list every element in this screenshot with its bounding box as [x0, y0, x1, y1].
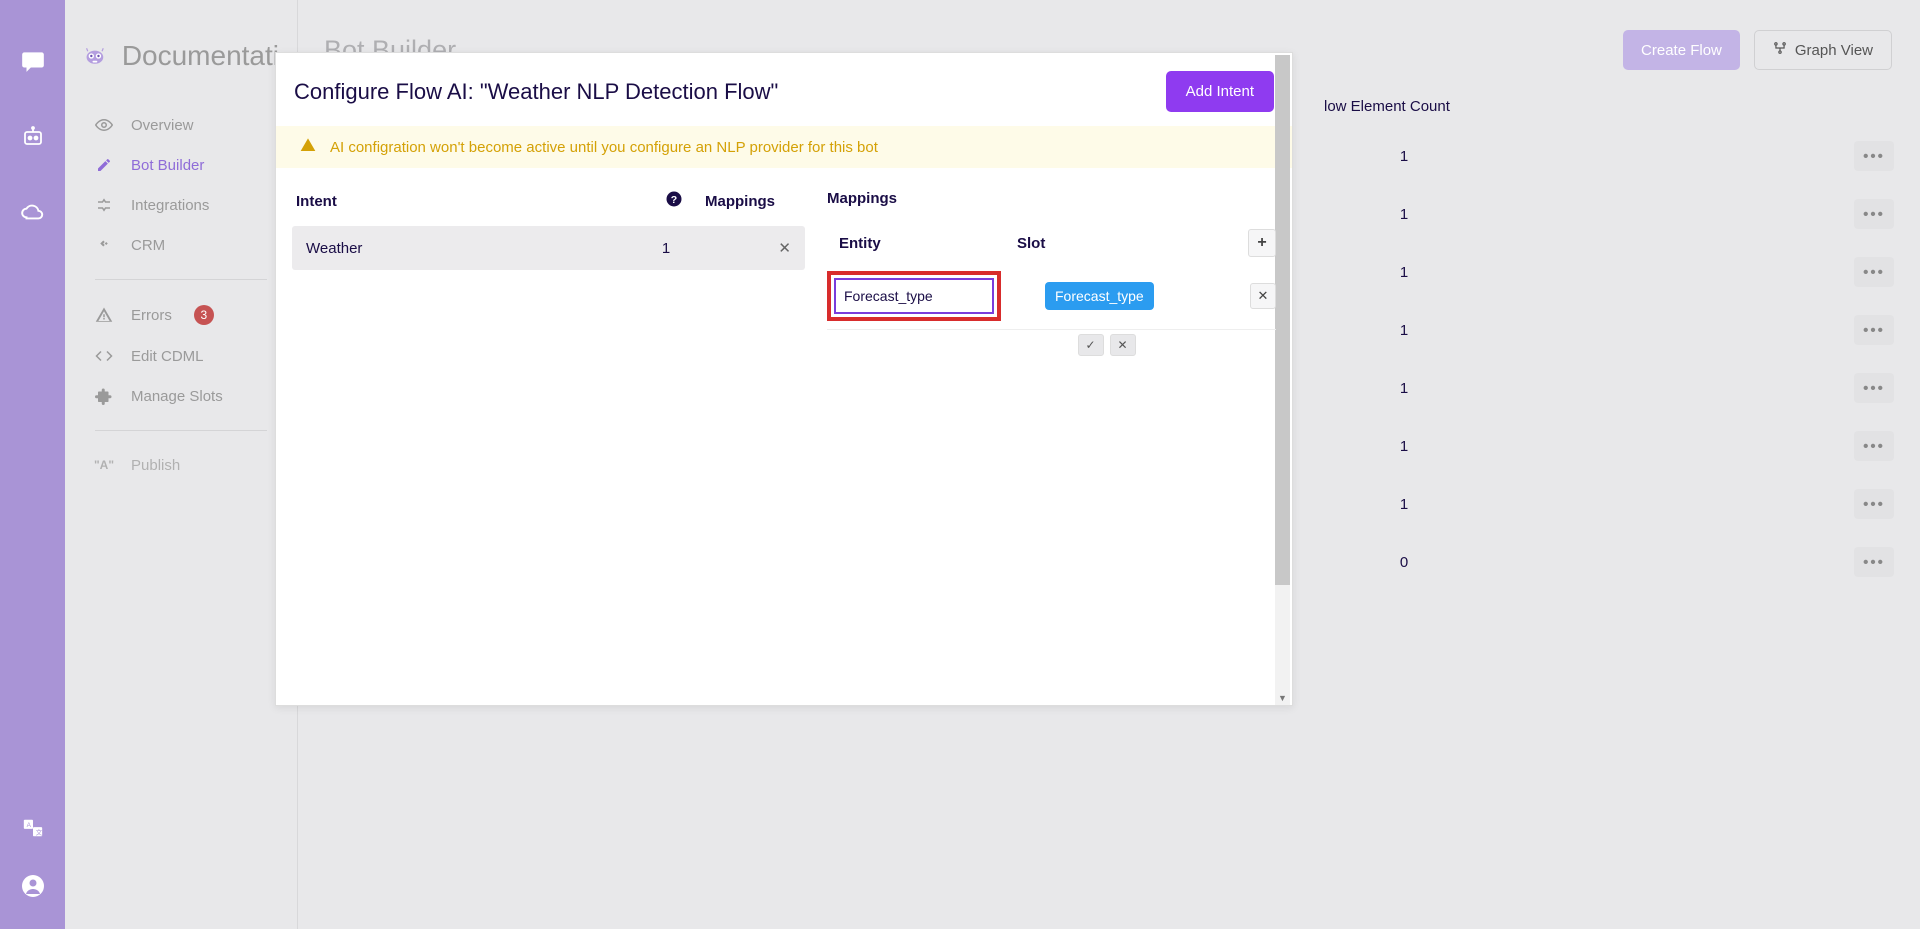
mapping-row: Forecast_type ✕ [827, 263, 1276, 330]
delete-intent-icon[interactable]: ✕ [771, 239, 791, 257]
mappings-header-label: Mappings [705, 193, 805, 210]
intent-mapping-count: 1 [621, 240, 711, 257]
mappings-title: Mappings [827, 190, 897, 207]
delete-mapping-button[interactable]: ✕ [1250, 283, 1276, 309]
mappings-panel: Mappings Entity Slot + Forecast_type [821, 168, 1292, 726]
configure-flow-modal: ▼ Configure Flow AI: "Weather NLP Detect… [275, 52, 1293, 706]
modal-title: Configure Flow AI: "Weather NLP Detectio… [294, 79, 778, 105]
config-alert: AI configration won't become active unti… [276, 126, 1292, 168]
confirm-button[interactable]: ✓ [1078, 334, 1104, 356]
cancel-button[interactable]: ✕ [1110, 334, 1136, 356]
warning-icon [300, 137, 316, 157]
confirm-row: ✓ ✕ [937, 330, 1276, 356]
modal-backdrop: ▼ Configure Flow AI: "Weather NLP Detect… [0, 0, 1920, 929]
add-mapping-button[interactable]: + [1248, 229, 1276, 257]
alert-text: AI configration won't become active unti… [330, 139, 878, 156]
entity-input[interactable] [834, 278, 994, 314]
entity-col-header: Entity [833, 235, 1017, 252]
slot-col-header: Slot [1017, 235, 1248, 252]
svg-text:?: ? [671, 194, 677, 206]
slot-chip[interactable]: Forecast_type [1045, 282, 1154, 310]
mappings-section-header: Mappings [827, 182, 1276, 221]
intent-name: Weather [306, 240, 621, 257]
modal-header: Configure Flow AI: "Weather NLP Detectio… [276, 53, 1292, 126]
intents-panel: Intent ? Mappings Weather 1 ✕ [276, 168, 821, 726]
intent-header-label: Intent [296, 193, 665, 210]
mapping-columns: Entity Slot + [827, 221, 1276, 263]
entity-input-highlight [827, 271, 1001, 321]
add-intent-button[interactable]: Add Intent [1166, 71, 1274, 112]
modal-body: Intent ? Mappings Weather 1 ✕ Mappings E… [276, 168, 1292, 726]
intent-row[interactable]: Weather 1 ✕ [292, 226, 805, 270]
help-icon[interactable]: ? [665, 190, 683, 212]
intents-header: Intent ? Mappings [292, 182, 805, 226]
